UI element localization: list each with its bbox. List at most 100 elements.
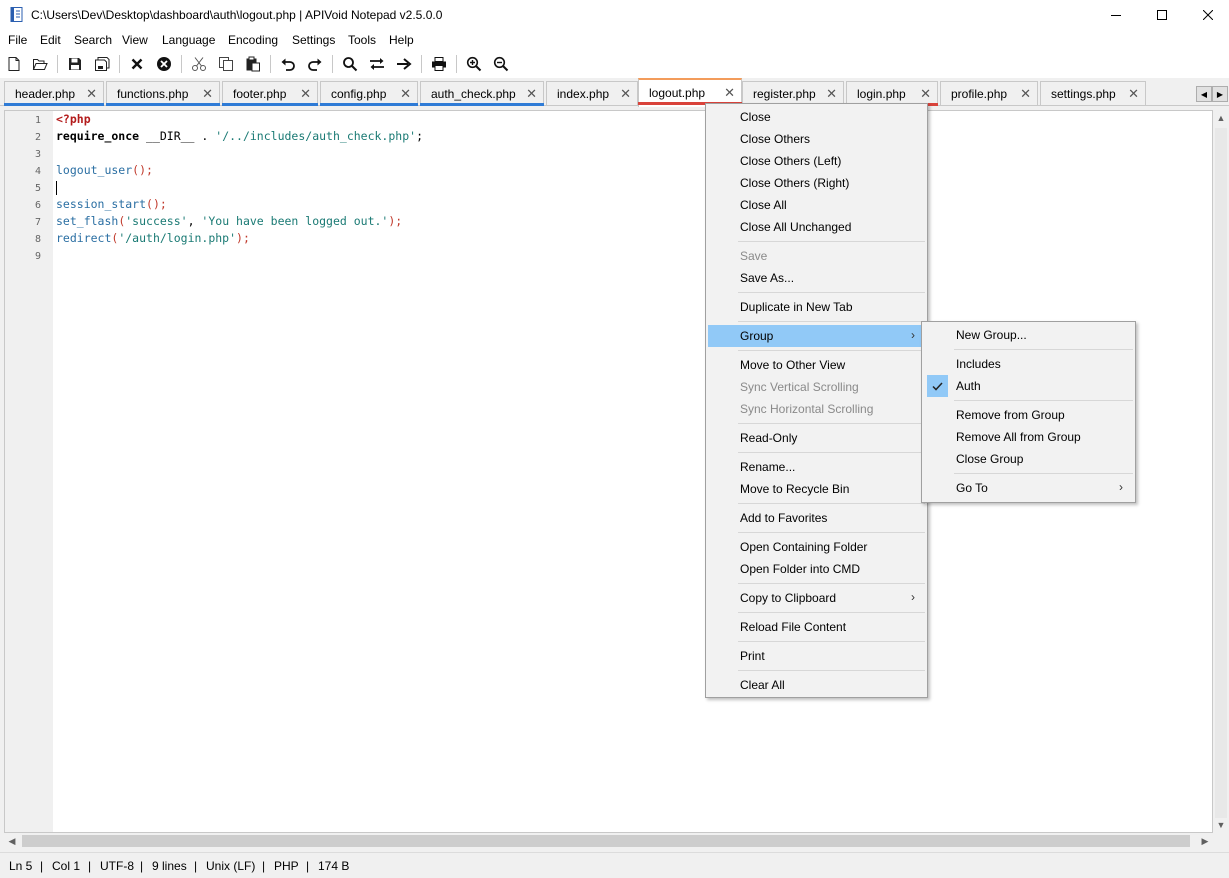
minimize-button[interactable]	[1093, 0, 1139, 30]
menu-item-reload-file-content[interactable]: Reload File Content	[708, 616, 925, 638]
tab-close-icon[interactable]: ✕	[1020, 86, 1031, 102]
submenu-item-auth[interactable]: Auth	[924, 375, 1133, 397]
menu-separator	[738, 532, 925, 533]
tab-close-icon[interactable]: ✕	[826, 86, 837, 102]
toolbar-separator	[421, 55, 422, 73]
submenu-item-close-group[interactable]: Close Group	[924, 448, 1133, 470]
tab-close-icon[interactable]: ✕	[202, 86, 213, 102]
close-window-button[interactable]	[1185, 0, 1229, 30]
tab-close-icon[interactable]: ✕	[724, 85, 735, 101]
redo-button[interactable]	[305, 54, 325, 74]
menu-item-rename[interactable]: Rename...	[708, 456, 925, 478]
tab-profile-php[interactable]: profile.php ✕	[940, 81, 1038, 105]
tab-close-icon[interactable]: ✕	[526, 86, 537, 102]
tab-config-php[interactable]: config.php ✕	[320, 81, 418, 106]
menu-item-save-as[interactable]: Save As...	[708, 267, 925, 289]
tab-scroll-left-button[interactable]: ◀	[1196, 86, 1212, 102]
menu-file[interactable]: File	[8, 33, 27, 47]
tab-close-icon[interactable]: ✕	[1128, 86, 1139, 102]
status-column: Col 1	[52, 859, 81, 873]
menu-tools[interactable]: Tools	[348, 33, 376, 47]
menu-help[interactable]: Help	[389, 33, 414, 47]
status-eol[interactable]: Unix (LF)	[206, 859, 255, 873]
copy-button[interactable]	[216, 54, 236, 74]
menu-item-close-others[interactable]: Close Others	[708, 128, 925, 150]
replace-button[interactable]	[367, 54, 387, 74]
maximize-button[interactable]	[1139, 0, 1185, 30]
menu-encoding[interactable]: Encoding	[228, 33, 278, 47]
menu-language[interactable]: Language	[162, 33, 215, 47]
menu-item-print[interactable]: Print	[708, 645, 925, 667]
menu-item-open-containing-folder[interactable]: Open Containing Folder	[708, 536, 925, 558]
checkmark-icon	[927, 375, 948, 397]
tab-functions-php[interactable]: functions.php ✕	[106, 81, 220, 106]
menu-item-label: Add to Favorites	[740, 511, 828, 525]
app-window: C:\Users\Dev\Desktop\dashboard\auth\logo…	[0, 0, 1229, 878]
menu-item-copy-to-clipboard[interactable]: Copy to Clipboard ›	[708, 587, 925, 609]
menu-item-duplicate-in-new-tab[interactable]: Duplicate in New Tab	[708, 296, 925, 318]
menu-item-open-folder-into-cmd[interactable]: Open Folder into CMD	[708, 558, 925, 580]
scroll-down-icon[interactable]: ▼	[1213, 817, 1229, 833]
menu-item-close-others-right[interactable]: Close Others (Right)	[708, 172, 925, 194]
menu-item-close-others-left[interactable]: Close Others (Left)	[708, 150, 925, 172]
new-file-button[interactable]	[4, 54, 24, 74]
print-button[interactable]	[429, 54, 449, 74]
submenu-item-remove-all-from-group[interactable]: Remove All from Group	[924, 426, 1133, 448]
menu-search[interactable]: Search	[74, 33, 112, 47]
zoom-out-button[interactable]	[491, 54, 511, 74]
open-file-button[interactable]	[30, 54, 50, 74]
undo-button[interactable]	[278, 54, 298, 74]
submenu-item-includes[interactable]: Includes	[924, 353, 1133, 375]
tab-header-php[interactable]: header.php ✕	[4, 81, 104, 106]
menu-bar: File Edit Search View Language Encoding …	[0, 30, 1229, 50]
menu-item-move-to-recycle-bin[interactable]: Move to Recycle Bin	[708, 478, 925, 500]
tab-close-icon[interactable]: ✕	[86, 86, 97, 102]
tab-index-php[interactable]: index.php ✕	[546, 81, 638, 105]
zoom-in-button[interactable]	[464, 54, 484, 74]
menu-settings[interactable]: Settings	[292, 33, 335, 47]
line-number: 9	[34, 251, 41, 262]
tab-close-icon[interactable]: ✕	[620, 86, 631, 102]
menu-item-close-all[interactable]: Close All	[708, 194, 925, 216]
close-file-button[interactable]	[127, 54, 147, 74]
scroll-up-icon[interactable]: ▲	[1213, 110, 1229, 126]
horizontal-scroll-thumb[interactable]	[22, 835, 1190, 847]
status-language[interactable]: PHP	[274, 859, 299, 873]
tab-register-php[interactable]: register.php ✕	[742, 81, 844, 106]
submenu-item-new-group[interactable]: New Group...	[924, 324, 1133, 346]
tab-close-icon[interactable]: ✕	[920, 86, 931, 102]
tab-settings-php[interactable]: settings.php ✕	[1040, 81, 1146, 105]
menu-item-close[interactable]: Close	[708, 106, 925, 128]
close-all-button[interactable]	[154, 54, 174, 74]
find-button[interactable]	[340, 54, 360, 74]
cut-button[interactable]	[189, 54, 209, 74]
tab-scroll-right-button[interactable]: ▶	[1212, 86, 1228, 102]
menu-item-move-to-other-view[interactable]: Move to Other View	[708, 354, 925, 376]
tab-close-icon[interactable]: ✕	[300, 86, 311, 102]
code-token: '/../includes/auth_check.php'	[215, 129, 417, 143]
menu-edit[interactable]: Edit	[40, 33, 61, 47]
vertical-scroll-thumb[interactable]	[1215, 128, 1227, 818]
menu-view[interactable]: View	[122, 33, 148, 47]
tab-login-php[interactable]: login.php ✕	[846, 81, 938, 106]
status-encoding[interactable]: UTF-8	[100, 859, 134, 873]
tab-auth-check-php[interactable]: auth_check.php ✕	[420, 81, 544, 106]
scroll-right-icon[interactable]: ▶	[1197, 833, 1213, 849]
scroll-left-icon[interactable]: ◀	[4, 833, 20, 849]
menu-item-label: Read-Only	[740, 431, 798, 445]
tab-close-icon[interactable]: ✕	[400, 86, 411, 102]
menu-item-add-to-favorites[interactable]: Add to Favorites	[708, 507, 925, 529]
submenu-item-remove-from-group[interactable]: Remove from Group	[924, 404, 1133, 426]
goto-button[interactable]	[394, 54, 414, 74]
save-button[interactable]	[65, 54, 85, 74]
tab-footer-php[interactable]: footer.php ✕	[222, 81, 318, 106]
menu-item-group[interactable]: Group ›	[708, 325, 925, 347]
vertical-scrollbar[interactable]: ▲ ▼	[1213, 110, 1229, 833]
menu-item-close-all-unchanged[interactable]: Close All Unchanged	[708, 216, 925, 238]
submenu-item-go-to[interactable]: Go To ›	[924, 477, 1133, 499]
save-all-button[interactable]	[92, 54, 112, 74]
menu-item-clear-all[interactable]: Clear All	[708, 674, 925, 696]
menu-item-read-only[interactable]: Read-Only	[708, 427, 925, 449]
paste-button[interactable]	[243, 54, 263, 74]
horizontal-scrollbar[interactable]: ◀ ▶	[4, 833, 1213, 849]
